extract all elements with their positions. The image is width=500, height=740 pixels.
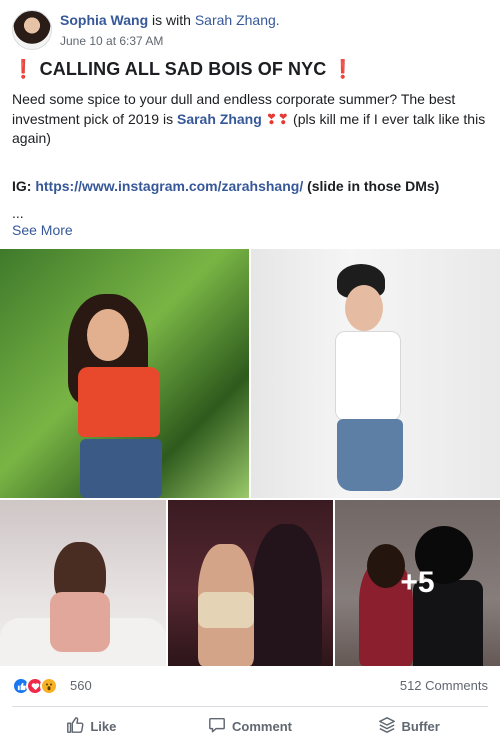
ig-suffix: (slide in those DMs) (307, 178, 440, 194)
reaction-count[interactable]: 560 (70, 678, 92, 693)
reaction-icons[interactable] (12, 677, 68, 695)
photo-subject-top (198, 592, 254, 628)
ellipsis-text: ... (12, 205, 24, 221)
heart-exclamation-icon: ❣❣ (265, 110, 290, 127)
ig-prefix: IG: (12, 178, 32, 194)
photo-shadow-figure (252, 524, 322, 666)
buffer-button[interactable]: Buffer (329, 712, 488, 740)
exclamation-icon: ❗ (12, 59, 35, 79)
mention-link[interactable]: Sarah Zhang (177, 111, 262, 127)
with-text: is with (152, 12, 191, 28)
instagram-link[interactable]: https://www.instagram.com/zarahshang/ (35, 178, 303, 194)
post-body: Need some spice to your dull and endless… (12, 90, 490, 149)
buffer-label: Buffer (401, 718, 440, 734)
photo-subject-face (345, 285, 383, 331)
photo-subject-shirt (335, 331, 401, 421)
post-timestamp[interactable]: June 10 at 6:37 AM (60, 34, 163, 48)
thumbs-up-icon (66, 716, 84, 737)
photo-subject-top (78, 367, 160, 437)
post-title: ❗ CALLING ALL SAD BOIS OF NYC ❗ (12, 59, 488, 80)
photo-1[interactable] (0, 249, 249, 498)
post-title-text: CALLING ALL SAD BOIS OF NYC (39, 59, 327, 79)
author-avatar[interactable] (12, 10, 52, 50)
photo-2[interactable] (251, 249, 500, 498)
like-label: Like (90, 718, 117, 734)
photo-4[interactable] (168, 500, 333, 666)
more-photos-overlay[interactable]: +5 (335, 500, 500, 666)
like-button[interactable]: Like (12, 712, 171, 740)
post-action-bar: Like Comment Buffer (12, 712, 488, 740)
author-name-link[interactable]: Sophia Wang (60, 12, 148, 28)
photo-subject (50, 592, 110, 652)
wow-icon (40, 677, 58, 695)
exclamation-icon: ❗ (331, 59, 354, 79)
instagram-line: IG: https://www.instagram.com/zarahshang… (12, 178, 439, 194)
post-stats: 560 512 Comments (12, 676, 488, 696)
comments-count[interactable]: 512 Comments (400, 678, 488, 693)
comment-icon (208, 716, 226, 737)
divider (12, 706, 488, 707)
photo-subject-skirt (337, 419, 403, 491)
see-more-link[interactable]: See More (12, 222, 73, 238)
photo-subject-face (87, 309, 129, 361)
photo-subject-shorts (80, 439, 162, 498)
buffer-stack-icon (378, 716, 396, 737)
comment-button[interactable]: Comment (171, 712, 330, 740)
photo-3[interactable] (0, 500, 166, 666)
post-header: Sophia Wang is with Sarah Zhang. June 10… (12, 10, 488, 50)
photo-5[interactable]: +5 (335, 500, 500, 666)
post-author-line: Sophia Wang is with Sarah Zhang. (60, 12, 280, 28)
comment-label: Comment (232, 718, 292, 734)
tagged-user-link[interactable]: Sarah Zhang. (195, 12, 280, 28)
